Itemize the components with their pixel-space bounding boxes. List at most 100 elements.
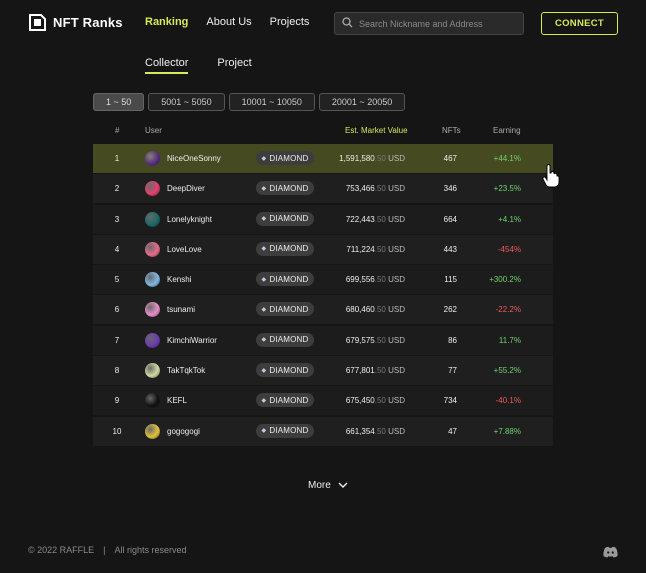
header-earning[interactable]: Earning [493, 126, 521, 135]
row-earning: +44.1% [493, 154, 521, 163]
value-currency: USD [388, 244, 405, 254]
diamond-icon: ◆ [261, 397, 267, 404]
nav-projects[interactable]: Projects [270, 16, 310, 28]
value-integer: 753,466 [345, 184, 375, 194]
value-decimal: .50 [374, 305, 386, 315]
avatar[interactable] [145, 423, 160, 439]
row-username[interactable]: gogogogi [167, 427, 200, 436]
row-username[interactable]: KimchiWarrior [167, 336, 217, 345]
row-rank: 4 [114, 244, 120, 254]
row-market-value: 680,460.50 USD [333, 305, 405, 314]
diamond-icon: ◆ [261, 337, 267, 344]
row-nfts: 262 [443, 305, 457, 315]
row-username[interactable]: KEFL [167, 396, 187, 405]
row-earning: -454% [497, 244, 521, 254]
more-button[interactable]: More [308, 480, 348, 491]
tab-collector[interactable]: Collector [145, 57, 189, 74]
row-market-value: 753,466.50 USD [333, 184, 405, 193]
row-market-value: 661,354.50 USD [333, 427, 405, 436]
avatar[interactable] [145, 302, 160, 318]
row-market-value: 1,591,580.50 USD [333, 154, 405, 163]
avatar[interactable] [145, 363, 160, 379]
logo-icon [29, 14, 46, 31]
avatar[interactable] [145, 241, 160, 257]
table-row-3[interactable]: 3 Lonelyknight ◆ DIAMOND 722,443.50 USD … [93, 204, 553, 234]
value-currency: USD [388, 426, 405, 436]
table-row-10[interactable]: 10 gogogogi ◆ DIAMOND 661,354.50 USD 47 … [93, 416, 553, 446]
diamond-icon: ◆ [261, 185, 267, 192]
ranking-tabs: Collector Project [145, 57, 281, 74]
table-row-2[interactable]: 2 DeepDiver ◆ DIAMOND 753,466.50 USD 346… [93, 174, 553, 204]
header-market-value[interactable]: Est. Market Value [345, 126, 408, 135]
row-nfts: 664 [443, 214, 457, 224]
avatar[interactable] [145, 181, 160, 197]
table-row-5[interactable]: 5 Kenshi ◆ DIAMOND 699,556.50 USD 115 +3… [93, 265, 553, 295]
row-username[interactable]: NiceOneSonny [167, 154, 221, 163]
diamond-icon: ◆ [261, 306, 267, 313]
table-row-1[interactable]: 1 NiceOneSonny ◆ DIAMOND 1,591,580.50 US… [93, 144, 553, 173]
avatar[interactable] [145, 393, 160, 409]
value-currency: USD [388, 396, 405, 406]
search-box[interactable] [334, 12, 524, 35]
status-badge: ◆ DIAMOND [256, 393, 314, 408]
header-nfts[interactable]: NFTs [442, 126, 461, 135]
ranking-table: 1 NiceOneSonny ◆ DIAMOND 1,591,580.50 US… [93, 144, 553, 447]
row-username[interactable]: tsunami [167, 305, 195, 314]
discord-icon[interactable] [603, 545, 618, 558]
avatar[interactable] [145, 211, 160, 227]
nav-ranking[interactable]: Ranking [145, 16, 188, 28]
row-username[interactable]: Kenshi [167, 275, 191, 284]
row-market-value: 711,224.50 USD [333, 245, 405, 254]
value-decimal: .50 [374, 275, 386, 285]
range-button-1-50[interactable]: 1 ~ 50 [93, 93, 145, 111]
range-button-10001-10050[interactable]: 10001 ~ 10050 [228, 93, 315, 111]
status-badge: ◆ DIAMOND [256, 211, 314, 226]
row-rank: 10 [112, 426, 122, 436]
row-earning: 11.7% [498, 335, 521, 345]
diamond-icon: ◆ [261, 367, 267, 374]
avatar[interactable] [145, 272, 160, 288]
logo[interactable]: NFT Ranks [29, 14, 123, 31]
badge-label: DIAMOND [269, 244, 309, 254]
row-username[interactable]: DeepDiver [167, 184, 205, 193]
row-nfts: 86 [448, 335, 457, 345]
row-earning: -22.2% [495, 305, 521, 315]
row-earning: +7.88% [493, 426, 521, 436]
connect-button[interactable]: CONNECT [541, 12, 618, 35]
value-integer: 699,556 [345, 275, 375, 285]
diamond-icon: ◆ [261, 428, 267, 435]
nav-about-us[interactable]: About Us [206, 16, 251, 28]
table-row-7[interactable]: 7 KimchiWarrior ◆ DIAMOND 679,575.50 USD… [93, 325, 553, 355]
status-badge: ◆ DIAMOND [256, 423, 314, 438]
row-earning: +23.5% [493, 184, 521, 194]
avatar[interactable] [145, 332, 160, 348]
range-button-5001-5050[interactable]: 5001 ~ 5050 [148, 93, 225, 111]
value-decimal: .50 [374, 366, 386, 376]
row-earning: +55.2% [493, 366, 521, 376]
table-row-9[interactable]: 9 KEFL ◆ DIAMOND 675,450.50 USD 734 -40.… [93, 386, 553, 416]
table-row-4[interactable]: 4 LoveLove ◆ DIAMOND 711,224.50 USD 443 … [93, 234, 553, 264]
diamond-icon: ◆ [261, 276, 267, 283]
value-currency: USD [388, 184, 405, 194]
value-currency: USD [388, 305, 405, 315]
row-username[interactable]: Lonelyknight [167, 215, 212, 224]
row-earning: +300.2% [489, 275, 521, 285]
table-row-6[interactable]: 6 tsunami ◆ DIAMOND 680,460.50 USD 262 -… [93, 295, 553, 325]
status-badge: ◆ DIAMOND [256, 332, 314, 347]
brand-name: NFT Ranks [53, 15, 123, 30]
value-currency: USD [388, 214, 405, 224]
status-badge: ◆ DIAMOND [256, 302, 314, 317]
header-user: User [145, 126, 162, 135]
row-earning: -40.1% [495, 396, 521, 406]
table-row-8[interactable]: 8 TakTqkTok ◆ DIAMOND 677,801.50 USD 77 … [93, 356, 553, 386]
range-button-20001-20050[interactable]: 20001 ~ 20050 [318, 93, 406, 111]
row-rank: 8 [114, 366, 120, 376]
tab-project[interactable]: Project [217, 57, 251, 73]
row-username[interactable]: TakTqkTok [167, 366, 205, 375]
header-rank: # [115, 126, 120, 135]
row-rank: 2 [114, 184, 120, 194]
avatar[interactable] [145, 151, 160, 166]
status-badge: ◆ DIAMOND [256, 272, 314, 287]
row-username[interactable]: LoveLove [167, 245, 202, 254]
search-input[interactable] [359, 18, 519, 29]
